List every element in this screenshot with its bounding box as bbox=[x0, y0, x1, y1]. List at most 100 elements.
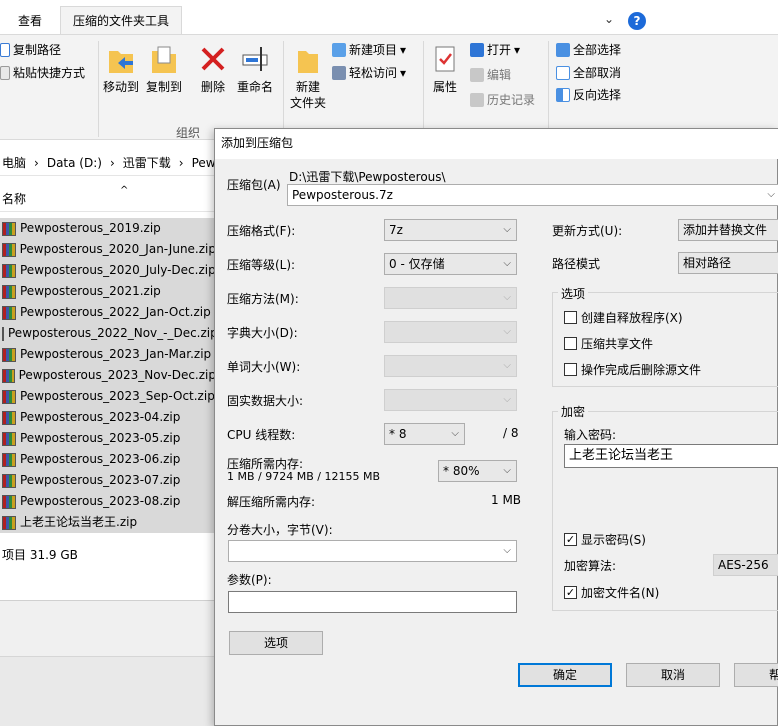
encryption-method-label: 加密算法: bbox=[564, 559, 617, 573]
winrar-archive-icon bbox=[2, 368, 15, 383]
file-name: Pewposterous_2023_Nov-Dec.zip bbox=[18, 368, 216, 382]
ok-button[interactable]: 确定 bbox=[518, 663, 612, 687]
file-name: Pewposterous_2019.zip bbox=[20, 221, 161, 235]
format-value: 7z bbox=[389, 223, 403, 237]
select-all-icon bbox=[556, 42, 570, 57]
rename-button[interactable]: 重命名 bbox=[234, 43, 276, 95]
dict-size-select[interactable]: ⌵ bbox=[384, 321, 517, 343]
decompress-memory-label: 解压缩所需内存: bbox=[227, 495, 316, 509]
create-sfx-label: 创建自释放程序(X) bbox=[581, 311, 683, 325]
column-header-name[interactable]: 名称 ^ bbox=[0, 185, 216, 212]
breadcrumb-separator-icon: › bbox=[178, 155, 184, 170]
checkbox-box bbox=[564, 311, 577, 324]
copy-to-label: 复制到 bbox=[145, 80, 182, 94]
parameters-input[interactable] bbox=[228, 591, 517, 613]
file-row[interactable]: Pewposterous_2019.zip bbox=[0, 218, 216, 239]
options-button[interactable]: 选项 bbox=[229, 631, 323, 655]
winrar-archive-icon bbox=[2, 410, 16, 425]
chevron-down-icon[interactable]: ⌄ bbox=[604, 12, 614, 26]
memory-percent-select[interactable]: * 80% ⌵ bbox=[438, 460, 517, 482]
dropdown-arrow-icon: ▾ bbox=[400, 42, 407, 57]
password-input[interactable]: 上老王论坛当老王 bbox=[564, 444, 778, 468]
copy-path-button[interactable]: 复制路径 bbox=[0, 41, 61, 58]
file-row[interactable]: Pewposterous_2023-06.zip bbox=[0, 449, 216, 470]
tab-compressed-folder-tools[interactable]: 压缩的文件夹工具 bbox=[60, 6, 182, 34]
cpu-threads-select[interactable]: * 8 ⌵ bbox=[384, 423, 465, 445]
delete-after-checkbox[interactable]: 操作完成后删除源文件 bbox=[564, 361, 701, 378]
password-label: 输入密码: bbox=[564, 428, 617, 442]
split-size-combo[interactable]: ⌵ bbox=[228, 540, 517, 562]
file-row[interactable]: 上老王论坛当老王.zip bbox=[0, 512, 216, 533]
options-group-title: 选项 bbox=[558, 285, 589, 302]
parameters-label: 参数(P): bbox=[227, 573, 272, 587]
paste-shortcut-button[interactable]: 粘贴快捷方式 bbox=[0, 64, 85, 81]
solid-size-select[interactable]: ⌵ bbox=[384, 389, 517, 411]
checkbox-checked-icon: ✓ bbox=[564, 586, 577, 599]
compress-shared-checkbox[interactable]: 压缩共享文件 bbox=[564, 335, 653, 352]
select-none-icon bbox=[556, 65, 570, 80]
breadcrumb-item[interactable]: 迅雷下载 bbox=[123, 154, 171, 171]
history-button[interactable]: 历史记录 bbox=[470, 91, 535, 108]
encryption-method-select[interactable]: AES-256 bbox=[713, 554, 778, 576]
cancel-button[interactable]: 取消 bbox=[626, 663, 720, 687]
archive-name-combo[interactable]: Pewposterous.7z ⌵ bbox=[287, 184, 778, 206]
show-password-checkbox[interactable]: ✓ 显示密码(S) bbox=[564, 531, 646, 548]
cpu-threads-label: CPU 线程数: bbox=[227, 428, 296, 442]
file-row[interactable]: Pewposterous_2023-05.zip bbox=[0, 428, 216, 449]
tab-view[interactable]: 查看 bbox=[0, 8, 60, 34]
new-folder-button[interactable]: 新建 文件夹 bbox=[288, 43, 328, 111]
select-none-button[interactable]: 全部取消 bbox=[556, 64, 621, 81]
delete-button[interactable]: 删除 bbox=[196, 43, 230, 95]
properties-button[interactable]: 属性 bbox=[428, 43, 462, 95]
file-row[interactable]: Pewposterous_2020_Jan-June.zip bbox=[0, 239, 216, 260]
dropdown-arrow-icon: ▾ bbox=[514, 42, 521, 57]
format-select[interactable]: 7z ⌵ bbox=[384, 219, 517, 241]
file-row[interactable]: Pewposterous_2023-04.zip bbox=[0, 407, 216, 428]
background-window-area bbox=[0, 656, 216, 726]
new-item-button[interactable]: 新建项目 ▾ bbox=[332, 41, 406, 58]
path-mode-select[interactable]: 相对路径 bbox=[678, 252, 778, 274]
file-row[interactable]: Pewposterous_2021.zip bbox=[0, 281, 216, 302]
archive-directory: D:\迅雷下载\Pewposterous\ bbox=[289, 170, 446, 184]
file-row[interactable]: Pewposterous_2022_Nov_-_Dec.zip bbox=[0, 323, 218, 344]
file-name: Pewposterous_2023-05.zip bbox=[20, 431, 181, 445]
help-icon[interactable]: ? bbox=[628, 12, 646, 30]
ribbon-separator bbox=[98, 41, 99, 137]
encrypt-filenames-checkbox[interactable]: ✓ 加密文件名(N) bbox=[564, 584, 659, 601]
status-bar-text: 项目 31.9 GB bbox=[2, 548, 78, 562]
history-icon bbox=[470, 92, 484, 107]
help-button[interactable]: 帮 bbox=[734, 663, 778, 687]
update-mode-select[interactable]: 添加并替换文件 bbox=[678, 219, 778, 241]
dropdown-arrow-icon: ▾ bbox=[400, 65, 407, 80]
file-row[interactable]: Pewposterous_2022_Jan-Oct.zip bbox=[0, 302, 216, 323]
copy-to-button[interactable]: 复制到 bbox=[144, 43, 184, 95]
chevron-down-icon: ⌵ bbox=[503, 326, 511, 337]
ribbon-tab-bar: 查看 压缩的文件夹工具 ⌄ ? bbox=[0, 0, 778, 34]
ribbon-separator bbox=[283, 41, 284, 137]
winrar-archive-icon bbox=[2, 431, 16, 446]
file-row[interactable]: Pewposterous_2023_Sep-Oct.zip bbox=[0, 386, 216, 407]
select-all-button[interactable]: 全部选择 bbox=[556, 41, 621, 58]
select-all-label: 全部选择 bbox=[573, 43, 622, 57]
group-label-organize: 组织 bbox=[176, 126, 201, 140]
file-row[interactable]: Pewposterous_2023_Nov-Dec.zip bbox=[0, 365, 216, 386]
create-sfx-checkbox[interactable]: 创建自释放程序(X) bbox=[564, 309, 683, 326]
level-select[interactable]: 0 - 仅存储 ⌵ bbox=[384, 253, 517, 275]
encryption-group-title: 加密 bbox=[558, 403, 589, 420]
word-size-select[interactable]: ⌵ bbox=[384, 355, 517, 377]
breadcrumb-item[interactable]: Data (D:) bbox=[47, 156, 102, 170]
file-row[interactable]: Pewposterous_2023-07.zip bbox=[0, 470, 216, 491]
invert-selection-button[interactable]: 反向选择 bbox=[556, 86, 621, 103]
easy-access-button[interactable]: 轻松访问 ▾ bbox=[332, 64, 406, 81]
breadcrumb-item[interactable]: 电脑 bbox=[2, 154, 26, 171]
move-to-button[interactable]: 移动到 bbox=[101, 43, 141, 95]
dict-size-label: 字典大小(D): bbox=[227, 326, 298, 340]
method-select[interactable]: ⌵ bbox=[384, 287, 517, 309]
file-row[interactable]: Pewposterous_2023-08.zip bbox=[0, 491, 216, 512]
file-row[interactable]: Pewposterous_2023_Jan-Mar.zip bbox=[0, 344, 216, 365]
breadcrumb-item[interactable]: Pew bbox=[192, 156, 216, 170]
edit-button[interactable]: 编辑 bbox=[470, 66, 511, 83]
open-label: 打开 bbox=[487, 43, 512, 57]
file-row[interactable]: Pewposterous_2020_July-Dec.zip bbox=[0, 260, 216, 281]
open-button[interactable]: 打开 ▾ bbox=[470, 41, 520, 58]
